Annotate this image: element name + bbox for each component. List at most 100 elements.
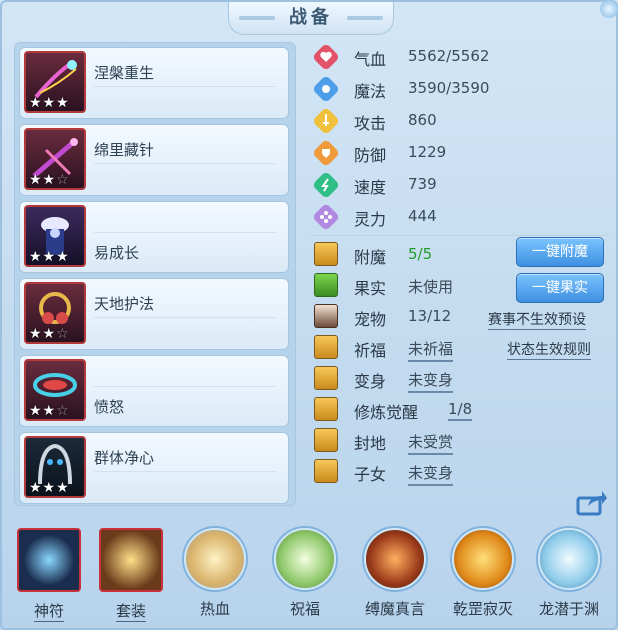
stat-value: 3590/3590	[408, 79, 490, 97]
stat-value: 1229	[408, 143, 447, 161]
battle-prep-window: 战备 ★★★ 涅槃重生 ★★☆ 绵里藏针 ★★★ 易成长 ★★☆ 天地护法 ★★…	[0, 0, 618, 630]
equipment-item[interactable]: ★★★ 群体净心	[19, 432, 289, 504]
star-rating: ★★☆	[29, 326, 70, 342]
star-rating: ★★☆	[29, 403, 70, 419]
shield-icon	[314, 141, 338, 165]
equipment-item[interactable]: ★★☆ 愤怒	[19, 355, 289, 427]
tab-hot-blood[interactable]: 热血	[182, 528, 248, 619]
hidden-needle-icon: ★★☆	[24, 128, 86, 190]
enchant-icon	[314, 242, 338, 266]
star-rating: ★★★	[29, 480, 70, 496]
heart-icon	[314, 45, 338, 69]
one-click-fruit-button[interactable]: 一键果实	[516, 273, 604, 303]
corner-ornament	[600, 0, 618, 18]
tab-label: 缚魔真言	[364, 600, 425, 618]
tab-bless[interactable]: 祝福	[272, 528, 338, 619]
tab-suit[interactable]: 套装	[98, 528, 164, 622]
extra-label: 祈福	[354, 341, 387, 360]
equipment-item[interactable]: ★★★ 涅槃重生	[19, 47, 289, 119]
tab-rune[interactable]: 神符	[16, 528, 82, 622]
phoenix-rebirth-icon: ★★★	[24, 51, 86, 113]
blessing-icon	[314, 335, 338, 359]
stat-row-spirit: 灵力 444	[310, 202, 610, 232]
title-deco-right	[347, 16, 383, 20]
suit-icon	[99, 528, 163, 592]
star-rating: ★★★	[29, 95, 70, 111]
extra-row-children[interactable]: 子女 未变身	[310, 457, 610, 487]
star-rating: ★★☆	[29, 172, 70, 188]
equipment-name: 愤怒	[94, 398, 125, 416]
easy-growth-icon: ★★★	[24, 205, 86, 267]
divider	[94, 163, 276, 164]
stat-label: 速度	[354, 178, 387, 197]
cultivation-icon	[314, 397, 338, 421]
star-rating: ★★★	[29, 249, 70, 265]
tab-label: 热血	[199, 600, 230, 618]
extra-row-cultivation[interactable]: 修炼觉醒 1/8	[310, 395, 610, 425]
qiangang-icon	[452, 528, 514, 590]
title-tab: 战备	[228, 2, 394, 35]
extra-value-link[interactable]: 1/8	[448, 400, 473, 421]
tab-label: 祝福	[289, 600, 320, 618]
stat-row-speed: 速度 739	[310, 170, 610, 200]
stat-value: 860	[408, 111, 437, 129]
equipment-name: 涅槃重生	[94, 64, 155, 82]
tab-label: 龙潜于渊	[538, 600, 599, 618]
bless-icon	[274, 528, 336, 590]
sword-icon	[314, 109, 338, 133]
extra-value: 5/5	[408, 245, 433, 263]
extra-row-fief[interactable]: 封地 未受赏	[310, 426, 610, 456]
equipment-list: ★★★ 涅槃重生 ★★☆ 绵里藏针 ★★★ 易成长 ★★☆ 天地护法 ★★☆ 愤…	[14, 42, 296, 506]
stat-label: 气血	[354, 50, 387, 69]
stat-row-defense: 防御 1229	[310, 138, 610, 168]
stat-label: 灵力	[354, 210, 387, 229]
extra-value-link[interactable]: 未变身	[408, 369, 454, 393]
equipment-name: 天地护法	[94, 295, 155, 313]
extra-row-transform[interactable]: 变身 未变身	[310, 364, 610, 394]
stat-value: 5562/5562	[408, 47, 490, 65]
extra-value-link[interactable]: 未变身	[408, 462, 454, 486]
share-icon[interactable]	[576, 488, 608, 516]
bind-demon-icon	[364, 528, 426, 590]
one-click-enchant-button[interactable]: 一键附魔	[516, 237, 604, 267]
stat-value: 444	[408, 207, 437, 225]
divider	[94, 471, 276, 472]
divider	[94, 386, 276, 387]
divider	[94, 232, 276, 233]
equipment-item[interactable]: ★★★ 易成长	[19, 201, 289, 273]
heaven-earth-guard-icon: ★★☆	[24, 282, 86, 344]
extra-value-link[interactable]: 未祈福	[408, 338, 454, 362]
page-title: 战备	[289, 7, 333, 28]
tab-label: 套装	[115, 602, 146, 622]
divider	[94, 86, 276, 87]
tab-label: 神符	[33, 602, 64, 622]
fief-icon	[314, 428, 338, 452]
stat-value: 739	[408, 175, 437, 193]
anger-icon: ★★☆	[24, 359, 86, 421]
extra-label: 果实	[354, 279, 387, 298]
stat-row-mp: 魔法 3590/3590	[310, 74, 610, 104]
divider	[94, 317, 276, 318]
hot-blood-icon	[184, 528, 246, 590]
tab-qiangang[interactable]: 乾罡寂灭	[450, 528, 516, 619]
extra-label: 附魔	[354, 248, 387, 267]
extra-value: 未使用	[408, 278, 454, 296]
extra-label: 子女	[354, 465, 387, 484]
equipment-name: 群体净心	[94, 449, 155, 467]
title-deco-left	[239, 16, 275, 20]
extra-value: 13/12	[408, 307, 452, 325]
equipment-item[interactable]: ★★☆ 绵里藏针	[19, 124, 289, 196]
status-rules-link[interactable]: 状态生效规则	[507, 339, 591, 360]
extra-label: 宠物	[354, 310, 387, 329]
tab-label: 乾罡寂灭	[452, 600, 513, 618]
magic-icon	[314, 77, 338, 101]
transform-icon	[314, 366, 338, 390]
fruit-icon	[314, 273, 338, 297]
equipment-item[interactable]: ★★☆ 天地护法	[19, 278, 289, 350]
equipment-name: 绵里藏针	[94, 141, 155, 159]
tab-bind-demon[interactable]: 缚魔真言	[362, 528, 428, 619]
tab-dragon[interactable]: 龙潜于渊	[536, 528, 602, 619]
extra-value-link[interactable]: 未受赏	[408, 431, 454, 455]
stat-label: 攻击	[354, 114, 387, 133]
event-preset-link[interactable]: 赛事不生效预设	[488, 309, 586, 330]
